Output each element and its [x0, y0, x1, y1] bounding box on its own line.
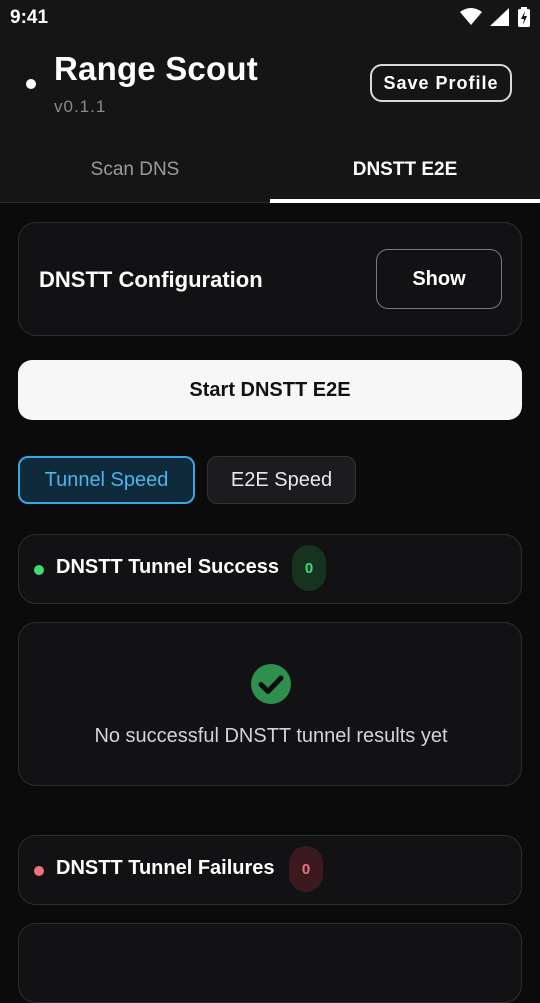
app-version: v0.1.1	[54, 97, 107, 116]
dnstt-config-card: DNSTT Configuration Show	[18, 222, 522, 336]
failures-count-badge: 0	[289, 846, 323, 892]
wifi-icon	[460, 8, 482, 25]
tunnel-success-header[interactable]: DNSTT Tunnel Success 0	[18, 534, 522, 604]
empty-state-message: No successful DNSTT tunnel results yet	[94, 725, 448, 747]
battery-charging-icon	[518, 7, 530, 27]
signal-icon	[490, 8, 509, 26]
tunnel-failures-header[interactable]: DNSTT Tunnel Failures 0	[18, 835, 522, 905]
success-count-badge: 0	[292, 545, 326, 591]
e2e-speed-tab[interactable]: E2E Speed	[207, 456, 356, 504]
failure-dot	[34, 866, 44, 876]
status-time: 9:41	[10, 7, 49, 28]
tab-dnstt-e2e[interactable]: DNSTT E2E	[270, 140, 540, 200]
show-config-button[interactable]: Show	[376, 249, 502, 309]
status-dot	[26, 79, 36, 89]
status-icons	[460, 7, 530, 27]
save-profile-button[interactable]: Save Profile	[370, 64, 512, 102]
app-title: Range Scout	[54, 50, 258, 87]
success-empty-state: No successful DNSTT tunnel results yet	[18, 622, 522, 786]
tab-indicator	[270, 199, 540, 203]
failures-section-title: DNSTT Tunnel Failures	[56, 857, 275, 879]
success-dot	[34, 565, 44, 575]
failures-content-card	[18, 923, 522, 1003]
success-section-title: DNSTT Tunnel Success	[56, 556, 280, 578]
tab-divider	[0, 202, 270, 203]
config-title: DNSTT Configuration	[39, 267, 263, 292]
tab-scan-dns[interactable]: Scan DNS	[0, 140, 270, 200]
check-circle-icon	[251, 664, 291, 704]
tunnel-speed-tab[interactable]: Tunnel Speed	[18, 456, 195, 504]
start-dnstt-e2e-button[interactable]: Start DNSTT E2E	[18, 360, 522, 420]
status-bar: 9:41	[0, 0, 540, 36]
